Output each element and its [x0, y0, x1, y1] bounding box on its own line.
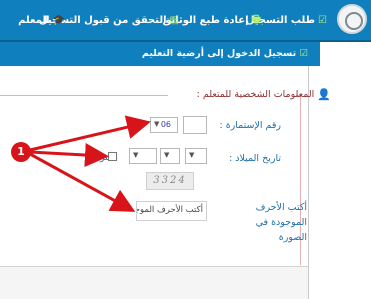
arrow-to-captcha-input: [29, 152, 136, 212]
arrow-to-application-number: [29, 115, 151, 152]
annotation-arrows: [29, 115, 151, 212]
arrow-to-presumed-checkbox: [29, 143, 109, 167]
annotation-badge: 1: [11, 142, 31, 162]
